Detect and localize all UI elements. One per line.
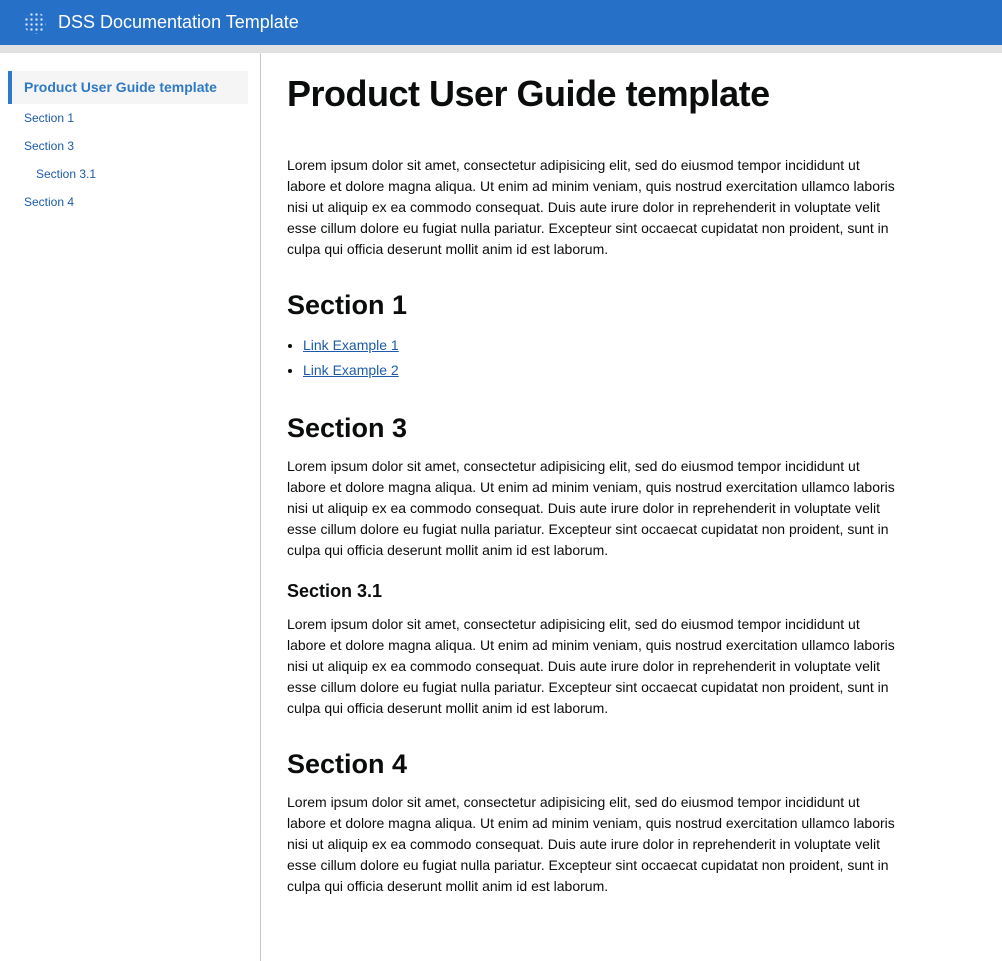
intro-paragraph: Lorem ipsum dolor sit amet, consectetur …	[287, 157, 895, 257]
section-1-heading: Section 1	[287, 290, 408, 320]
list-item: Link Example 2	[303, 358, 875, 383]
sidebar-item-section-3[interactable]: Section 3	[8, 132, 248, 160]
logo-icon	[24, 11, 46, 34]
sidebar-nav: Product User Guide template Section 1 Se…	[0, 53, 261, 961]
list-item: Link Example 1	[303, 333, 875, 358]
section-4-paragraph: Lorem ipsum dolor sit amet, consectetur …	[287, 794, 895, 894]
sidebar-item-section-4[interactable]: Section 4	[8, 188, 248, 216]
link-example-2[interactable]: Link Example 2	[303, 362, 399, 378]
link-example-1[interactable]: Link Example 1	[303, 337, 399, 353]
section-3-paragraph: Lorem ipsum dolor sit amet, consectetur …	[287, 458, 895, 558]
site-header: DSS Documentation Template	[0, 0, 1002, 45]
section-4-heading: Section 4	[287, 749, 408, 779]
section-3-1-heading: Section 3.1	[287, 581, 383, 601]
page-title: Product User Guide template	[287, 73, 770, 114]
section-3-heading: Section 3	[287, 413, 408, 443]
main-content: Product User Guide template Lorem ipsum …	[261, 53, 901, 961]
section-3-1-paragraph: Lorem ipsum dolor sit amet, consectetur …	[287, 616, 895, 716]
sidebar-item-section-1[interactable]: Section 1	[8, 104, 248, 132]
sidebar-item-section-3-1[interactable]: Section 3.1	[8, 160, 248, 188]
site-title[interactable]: DSS Documentation Template	[58, 12, 299, 33]
link-list: Link Example 1 Link Example 2	[303, 333, 875, 383]
sidebar-item-product-user-guide[interactable]: Product User Guide template	[8, 71, 248, 104]
header-divider	[0, 45, 1002, 53]
